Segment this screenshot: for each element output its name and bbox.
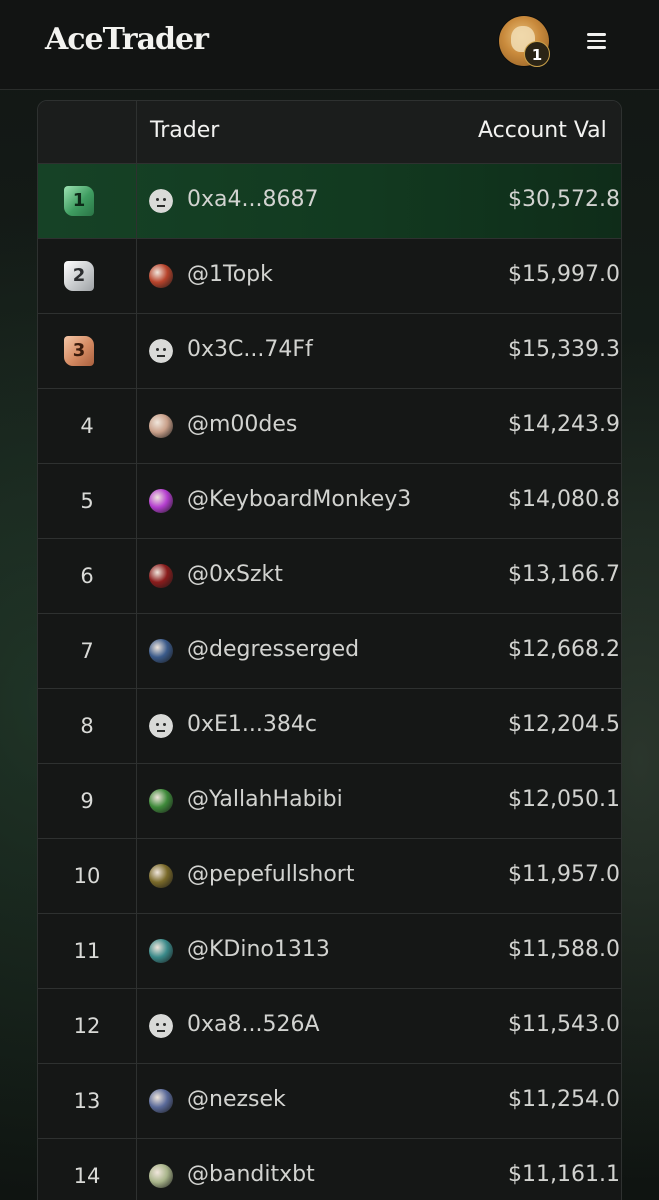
trader-avatar	[149, 864, 173, 888]
rank-medal-icon: 1	[64, 186, 94, 216]
table-row[interactable]: 10 @pepefullshort $11,957.0	[38, 839, 621, 914]
table-row[interactable]: 6 @0xSzkt $13,166.7	[38, 539, 621, 614]
trader-name[interactable]: 0xa8...526A	[187, 1012, 320, 1037]
table-row[interactable]: 8 0xE1...384c $12,204.5	[38, 689, 621, 764]
trader-name[interactable]: @nezsek	[187, 1087, 286, 1112]
anon-face-icon	[149, 714, 173, 738]
leaderboard-table: Trader Account Val 1 0xa4...8687 $30,572.8…	[37, 100, 622, 1200]
account-value: $11,254.0	[508, 1087, 620, 1112]
trader-name[interactable]: @1Topk	[187, 262, 273, 287]
rank-cell: 7	[80, 639, 94, 663]
trader-avatar	[149, 414, 173, 438]
account-value: $15,339.3	[508, 337, 620, 362]
trader-avatar	[149, 939, 173, 963]
trader-name[interactable]: @KeyboardMonkey3	[187, 487, 411, 512]
rank-medal-icon: 3	[64, 336, 94, 366]
trader-name[interactable]: @m00des	[187, 412, 297, 437]
table-row[interactable]: 7 @degresserged $12,668.2	[38, 614, 621, 689]
trader-name[interactable]: @degresserged	[187, 637, 359, 662]
app-logo[interactable]: AceTrader	[45, 22, 209, 57]
rank-cell: 8	[80, 714, 94, 738]
anon-face-icon	[149, 339, 173, 363]
rank-cell: 10	[73, 864, 101, 888]
trader-name[interactable]: 0xa4...8687	[187, 187, 318, 212]
hamburger-menu-icon[interactable]	[585, 30, 609, 52]
trader-avatar	[149, 1164, 173, 1188]
account-value: $11,161.1	[508, 1162, 620, 1187]
rank-cell: 12	[73, 1014, 101, 1038]
column-header-trader[interactable]: Trader	[150, 118, 219, 143]
account-value: $11,588.0	[508, 937, 620, 962]
account-value: $13,166.7	[508, 562, 620, 587]
rank-cell: 13	[73, 1089, 101, 1113]
rank-cell: 9	[80, 789, 94, 813]
trader-name[interactable]: @0xSzkt	[187, 562, 283, 587]
rank-cell: 11	[73, 939, 101, 963]
table-body: 1 0xa4...8687 $30,572.8 2 @1Topk $15,997.0 3 0x…	[38, 164, 621, 1200]
trader-name[interactable]: 0xE1...384c	[187, 712, 317, 737]
table-row[interactable]: 13 @nezsek $11,254.0	[38, 1064, 621, 1139]
rank-cell: 3	[38, 314, 136, 388]
trader-avatar	[149, 489, 173, 513]
table-row[interactable]: 3 0x3C...74Ff $15,339.3	[38, 314, 621, 389]
account-value: $30,572.8	[508, 187, 620, 212]
table-row[interactable]: 11 @KDino1313 $11,588.0	[38, 914, 621, 989]
trader-avatar	[149, 789, 173, 813]
trader-name[interactable]: @pepefullshort	[187, 862, 354, 887]
account-value: $11,957.0	[508, 862, 620, 887]
rank-cell: 5	[80, 489, 94, 513]
trader-name[interactable]: @banditxbt	[187, 1162, 315, 1187]
trader-avatar	[149, 1089, 173, 1113]
table-header: Trader Account Val	[38, 101, 621, 164]
profile-rank-badge: 1	[524, 41, 550, 67]
column-header-account-value[interactable]: Account Val	[478, 118, 607, 143]
account-value: $11,543.0	[508, 1012, 620, 1037]
account-value: $12,204.5	[508, 712, 620, 737]
account-value: $14,080.8	[508, 487, 620, 512]
rank-medal-icon: 2	[64, 261, 94, 291]
account-value: $12,668.2	[508, 637, 620, 662]
account-value: $14,243.9	[508, 412, 620, 437]
rank-cell: 6	[80, 564, 94, 588]
top-header: AceTrader 1	[0, 0, 659, 90]
table-row[interactable]: 12 0xa8...526A $11,543.0	[38, 989, 621, 1064]
account-value: $15,997.0	[508, 262, 620, 287]
anon-face-icon	[149, 189, 173, 213]
column-divider	[136, 101, 137, 1200]
table-row[interactable]: 14 @banditxbt $11,161.1	[38, 1139, 621, 1200]
rank-cell: 2	[38, 239, 136, 313]
trader-avatar	[149, 264, 173, 288]
rank-cell: 4	[80, 414, 94, 438]
account-value: $12,050.1	[508, 787, 620, 812]
trader-name[interactable]: @YallahHabibi	[187, 787, 343, 812]
table-row[interactable]: 4 @m00des $14,243.9	[38, 389, 621, 464]
anon-face-icon	[149, 1014, 173, 1038]
trader-avatar	[149, 639, 173, 663]
trader-name[interactable]: 0x3C...74Ff	[187, 337, 313, 362]
trader-avatar	[149, 564, 173, 588]
leaderboard-page: AceTrader 1 Trader Account Val 1 0xa4...8…	[0, 0, 659, 1200]
table-row[interactable]: 2 @1Topk $15,997.0	[38, 239, 621, 314]
rank-cell: 14	[73, 1164, 101, 1188]
table-row[interactable]: 1 0xa4...8687 $30,572.8	[38, 164, 621, 239]
table-row[interactable]: 9 @YallahHabibi $12,050.1	[38, 764, 621, 839]
trader-name[interactable]: @KDino1313	[187, 937, 330, 962]
rank-cell: 1	[38, 164, 136, 238]
table-row[interactable]: 5 @KeyboardMonkey3 $14,080.8	[38, 464, 621, 539]
